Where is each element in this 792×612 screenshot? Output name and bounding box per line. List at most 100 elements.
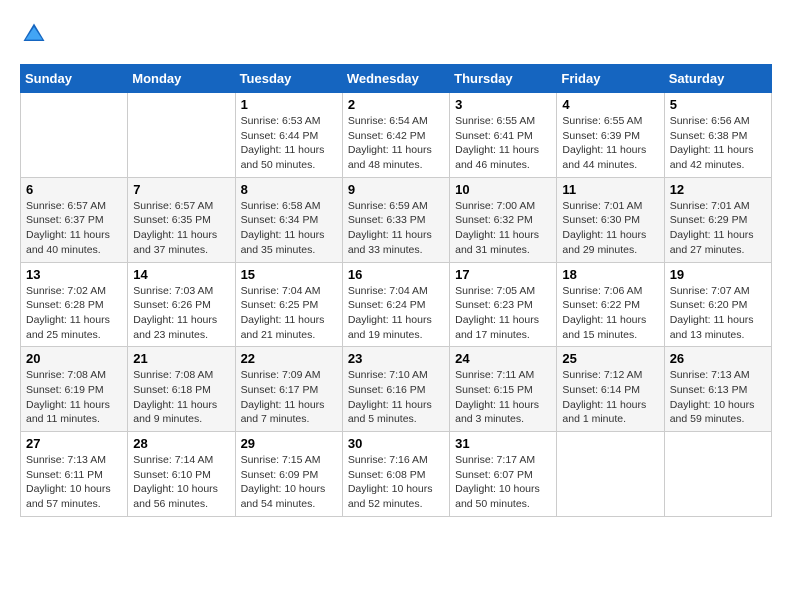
day-number: 7: [133, 182, 229, 197]
day-info: Sunrise: 6:53 AM Sunset: 6:44 PM Dayligh…: [241, 114, 337, 173]
calendar-cell: 5 Sunrise: 6:56 AM Sunset: 6:38 PM Dayli…: [664, 93, 771, 178]
weekday-header-thursday: Thursday: [450, 65, 557, 93]
day-info: Sunrise: 6:54 AM Sunset: 6:42 PM Dayligh…: [348, 114, 444, 173]
day-info: Sunrise: 6:56 AM Sunset: 6:38 PM Dayligh…: [670, 114, 766, 173]
day-info: Sunrise: 7:05 AM Sunset: 6:23 PM Dayligh…: [455, 284, 551, 343]
day-info: Sunrise: 7:15 AM Sunset: 6:09 PM Dayligh…: [241, 453, 337, 512]
calendar-cell: 6 Sunrise: 6:57 AM Sunset: 6:37 PM Dayli…: [21, 177, 128, 262]
calendar-cell: [128, 93, 235, 178]
day-info: Sunrise: 6:59 AM Sunset: 6:33 PM Dayligh…: [348, 199, 444, 258]
day-info: Sunrise: 7:17 AM Sunset: 6:07 PM Dayligh…: [455, 453, 551, 512]
calendar-cell: [664, 432, 771, 517]
day-number: 9: [348, 182, 444, 197]
calendar-cell: [21, 93, 128, 178]
day-number: 15: [241, 267, 337, 282]
calendar-cell: 7 Sunrise: 6:57 AM Sunset: 6:35 PM Dayli…: [128, 177, 235, 262]
calendar-cell: 25 Sunrise: 7:12 AM Sunset: 6:14 PM Dayl…: [557, 347, 664, 432]
calendar-cell: [557, 432, 664, 517]
day-info: Sunrise: 7:01 AM Sunset: 6:30 PM Dayligh…: [562, 199, 658, 258]
day-number: 20: [26, 351, 122, 366]
day-number: 10: [455, 182, 551, 197]
day-info: Sunrise: 7:04 AM Sunset: 6:25 PM Dayligh…: [241, 284, 337, 343]
page-header: [20, 20, 772, 48]
day-info: Sunrise: 7:13 AM Sunset: 6:11 PM Dayligh…: [26, 453, 122, 512]
day-number: 28: [133, 436, 229, 451]
calendar-header: SundayMondayTuesdayWednesdayThursdayFrid…: [21, 65, 772, 93]
day-info: Sunrise: 7:01 AM Sunset: 6:29 PM Dayligh…: [670, 199, 766, 258]
calendar-cell: 3 Sunrise: 6:55 AM Sunset: 6:41 PM Dayli…: [450, 93, 557, 178]
weekday-header-friday: Friday: [557, 65, 664, 93]
day-number: 2: [348, 97, 444, 112]
day-number: 19: [670, 267, 766, 282]
calendar-cell: 9 Sunrise: 6:59 AM Sunset: 6:33 PM Dayli…: [342, 177, 449, 262]
day-number: 11: [562, 182, 658, 197]
calendar-cell: 28 Sunrise: 7:14 AM Sunset: 6:10 PM Dayl…: [128, 432, 235, 517]
day-info: Sunrise: 7:10 AM Sunset: 6:16 PM Dayligh…: [348, 368, 444, 427]
day-info: Sunrise: 7:03 AM Sunset: 6:26 PM Dayligh…: [133, 284, 229, 343]
calendar-cell: 27 Sunrise: 7:13 AM Sunset: 6:11 PM Dayl…: [21, 432, 128, 517]
calendar-cell: 10 Sunrise: 7:00 AM Sunset: 6:32 PM Dayl…: [450, 177, 557, 262]
calendar-cell: 19 Sunrise: 7:07 AM Sunset: 6:20 PM Dayl…: [664, 262, 771, 347]
day-info: Sunrise: 7:08 AM Sunset: 6:19 PM Dayligh…: [26, 368, 122, 427]
calendar-cell: 8 Sunrise: 6:58 AM Sunset: 6:34 PM Dayli…: [235, 177, 342, 262]
calendar-cell: 16 Sunrise: 7:04 AM Sunset: 6:24 PM Dayl…: [342, 262, 449, 347]
day-number: 8: [241, 182, 337, 197]
calendar-cell: 31 Sunrise: 7:17 AM Sunset: 6:07 PM Dayl…: [450, 432, 557, 517]
day-info: Sunrise: 6:55 AM Sunset: 6:39 PM Dayligh…: [562, 114, 658, 173]
day-number: 5: [670, 97, 766, 112]
day-number: 21: [133, 351, 229, 366]
day-number: 13: [26, 267, 122, 282]
calendar-cell: 24 Sunrise: 7:11 AM Sunset: 6:15 PM Dayl…: [450, 347, 557, 432]
weekday-header-sunday: Sunday: [21, 65, 128, 93]
day-info: Sunrise: 7:13 AM Sunset: 6:13 PM Dayligh…: [670, 368, 766, 427]
calendar-cell: 1 Sunrise: 6:53 AM Sunset: 6:44 PM Dayli…: [235, 93, 342, 178]
weekday-header-saturday: Saturday: [664, 65, 771, 93]
day-info: Sunrise: 7:00 AM Sunset: 6:32 PM Dayligh…: [455, 199, 551, 258]
calendar-cell: 23 Sunrise: 7:10 AM Sunset: 6:16 PM Dayl…: [342, 347, 449, 432]
day-number: 23: [348, 351, 444, 366]
day-number: 6: [26, 182, 122, 197]
calendar-cell: 20 Sunrise: 7:08 AM Sunset: 6:19 PM Dayl…: [21, 347, 128, 432]
day-number: 16: [348, 267, 444, 282]
day-info: Sunrise: 6:58 AM Sunset: 6:34 PM Dayligh…: [241, 199, 337, 258]
calendar-cell: 17 Sunrise: 7:05 AM Sunset: 6:23 PM Dayl…: [450, 262, 557, 347]
day-number: 17: [455, 267, 551, 282]
day-info: Sunrise: 7:02 AM Sunset: 6:28 PM Dayligh…: [26, 284, 122, 343]
weekday-header-tuesday: Tuesday: [235, 65, 342, 93]
calendar-cell: 30 Sunrise: 7:16 AM Sunset: 6:08 PM Dayl…: [342, 432, 449, 517]
calendar-cell: 26 Sunrise: 7:13 AM Sunset: 6:13 PM Dayl…: [664, 347, 771, 432]
logo: [20, 20, 52, 48]
day-number: 14: [133, 267, 229, 282]
day-info: Sunrise: 6:57 AM Sunset: 6:35 PM Dayligh…: [133, 199, 229, 258]
weekday-header-monday: Monday: [128, 65, 235, 93]
day-info: Sunrise: 7:14 AM Sunset: 6:10 PM Dayligh…: [133, 453, 229, 512]
day-info: Sunrise: 7:04 AM Sunset: 6:24 PM Dayligh…: [348, 284, 444, 343]
day-info: Sunrise: 7:16 AM Sunset: 6:08 PM Dayligh…: [348, 453, 444, 512]
day-number: 25: [562, 351, 658, 366]
calendar-cell: 12 Sunrise: 7:01 AM Sunset: 6:29 PM Dayl…: [664, 177, 771, 262]
day-number: 1: [241, 97, 337, 112]
day-info: Sunrise: 6:57 AM Sunset: 6:37 PM Dayligh…: [26, 199, 122, 258]
calendar-cell: 21 Sunrise: 7:08 AM Sunset: 6:18 PM Dayl…: [128, 347, 235, 432]
day-number: 29: [241, 436, 337, 451]
day-info: Sunrise: 7:12 AM Sunset: 6:14 PM Dayligh…: [562, 368, 658, 427]
calendar-cell: 2 Sunrise: 6:54 AM Sunset: 6:42 PM Dayli…: [342, 93, 449, 178]
day-info: Sunrise: 7:07 AM Sunset: 6:20 PM Dayligh…: [670, 284, 766, 343]
day-number: 18: [562, 267, 658, 282]
day-number: 4: [562, 97, 658, 112]
day-number: 31: [455, 436, 551, 451]
day-info: Sunrise: 7:06 AM Sunset: 6:22 PM Dayligh…: [562, 284, 658, 343]
calendar-cell: 29 Sunrise: 7:15 AM Sunset: 6:09 PM Dayl…: [235, 432, 342, 517]
day-number: 27: [26, 436, 122, 451]
day-number: 26: [670, 351, 766, 366]
logo-icon: [20, 20, 48, 48]
day-number: 30: [348, 436, 444, 451]
calendar-cell: 15 Sunrise: 7:04 AM Sunset: 6:25 PM Dayl…: [235, 262, 342, 347]
day-number: 22: [241, 351, 337, 366]
day-number: 3: [455, 97, 551, 112]
calendar-cell: 14 Sunrise: 7:03 AM Sunset: 6:26 PM Dayl…: [128, 262, 235, 347]
calendar-cell: 11 Sunrise: 7:01 AM Sunset: 6:30 PM Dayl…: [557, 177, 664, 262]
day-info: Sunrise: 7:08 AM Sunset: 6:18 PM Dayligh…: [133, 368, 229, 427]
weekday-header-wednesday: Wednesday: [342, 65, 449, 93]
day-info: Sunrise: 7:09 AM Sunset: 6:17 PM Dayligh…: [241, 368, 337, 427]
